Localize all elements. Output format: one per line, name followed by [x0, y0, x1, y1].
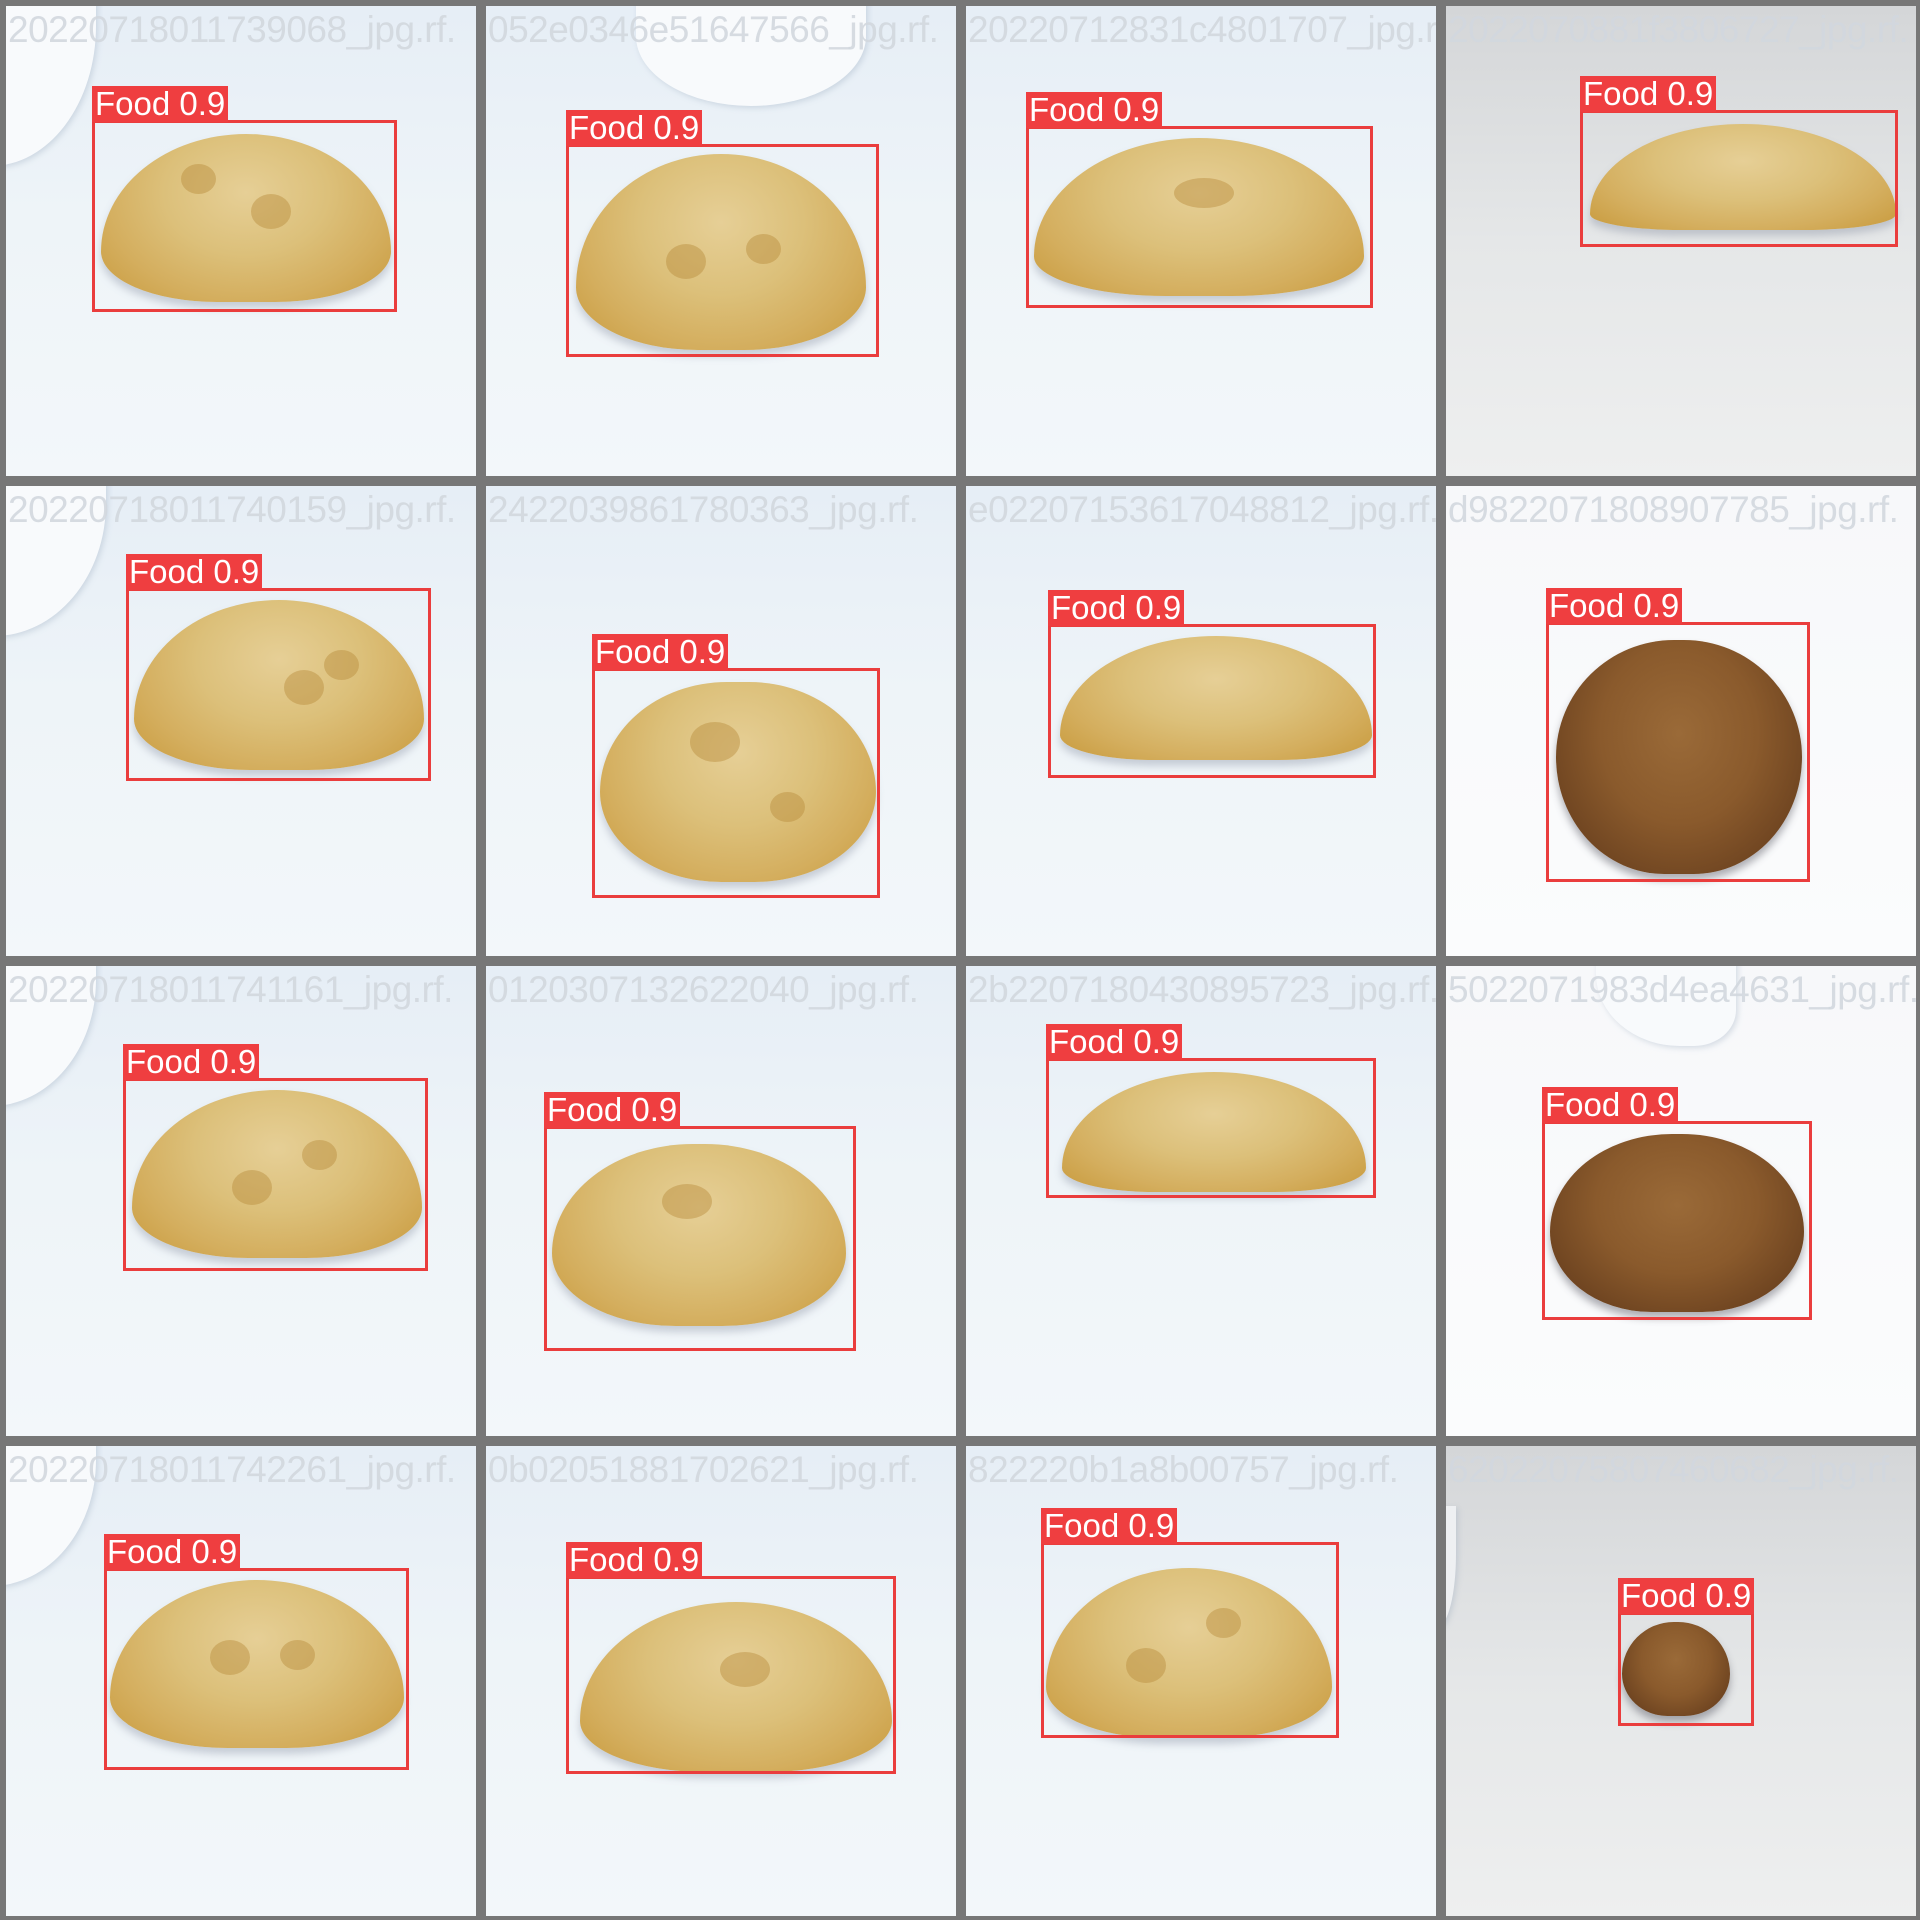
detection-label: Food 0.9 — [1048, 590, 1185, 626]
bounding-box — [92, 120, 397, 312]
detection-label: Food 0.9 — [123, 1044, 260, 1080]
image-tile: 20220712831c4801707_jpg.rf. Food 0.9 — [966, 6, 1436, 476]
detection-label: Food 0.9 — [1546, 588, 1683, 624]
tile-filename: e02207153617048812_jpg.rf. — [968, 489, 1436, 530]
tile-filename: d9822071808907785_jpg.rf. — [1448, 489, 1899, 530]
bounding-box — [1580, 110, 1898, 247]
tile-filename: 2022070881f3806727_jpg.rf. — [1448, 9, 1909, 50]
image-tile: 2422039861780363_jpg.rf. Food 0.9 — [486, 486, 956, 956]
bounding-box — [566, 1576, 896, 1774]
detection-label: Food 0.9 — [1580, 76, 1717, 112]
bounding-box — [104, 1568, 409, 1770]
tile-filename: 20220718011739068_jpg.rf. — [8, 9, 456, 50]
detection-label: Food 0.9 — [1026, 92, 1163, 128]
bounding-box — [592, 668, 880, 898]
image-tile: 20220718011741161_jpg.rf. Food 0.9 — [6, 966, 476, 1436]
image-tile: 0b02051881702621_jpg.rf. Food 0.9 — [486, 1446, 956, 1916]
image-tile: e02207153617048812_jpg.rf. Food 0.9 — [966, 486, 1436, 956]
image-tile: d9822071808907785_jpg.rf. Food 0.9 — [1446, 486, 1916, 956]
image-tile: 62022075807460682_jpg.rf. Food 0.9 — [1446, 1446, 1916, 1916]
bounding-box — [1041, 1542, 1339, 1738]
bounding-box — [1542, 1121, 1812, 1320]
tile-filename: 052e0346e51647566_jpg.rf. — [488, 9, 939, 50]
tile-filename: 20220712831c4801707_jpg.rf. — [968, 9, 1436, 50]
bounding-box — [1048, 624, 1376, 778]
bounding-box — [126, 588, 431, 781]
bounding-box — [566, 144, 879, 357]
tile-filename: 20220718011740159_jpg.rf. — [8, 489, 456, 530]
detection-label: Food 0.9 — [104, 1534, 241, 1570]
detection-label: Food 0.9 — [544, 1092, 681, 1128]
detection-label: Food 0.9 — [592, 634, 729, 670]
bounding-box — [544, 1126, 856, 1351]
detection-label: Food 0.9 — [1542, 1087, 1679, 1123]
image-tile: 5022071983d4ea4631_jpg.rf. Food 0.9 — [1446, 966, 1916, 1436]
image-tile: 2022070881f3806727_jpg.rf. Food 0.9 — [1446, 6, 1916, 476]
image-tile: 20220718011742261_jpg.rf. Food 0.9 — [6, 1446, 476, 1916]
tile-filename: 20220718011742261_jpg.rf. — [8, 1449, 456, 1490]
tile-filename: 0b02051881702621_jpg.rf. — [488, 1449, 919, 1490]
image-tile: 052e0346e51647566_jpg.rf. Food 0.9 — [486, 6, 956, 476]
detection-label: Food 0.9 — [92, 86, 229, 122]
bounding-box — [123, 1078, 428, 1271]
detection-label: Food 0.9 — [566, 1542, 703, 1578]
tile-filename: 822220b1a8b00757_jpg.rf. — [968, 1449, 1399, 1490]
tile-filename: 5022071983d4ea4631_jpg.rf. — [1448, 969, 1916, 1010]
detection-label: Food 0.9 — [566, 110, 703, 146]
bounding-box — [1046, 1058, 1376, 1198]
tile-filename: 20220718011741161_jpg.rf. — [8, 969, 453, 1010]
image-tile: 822220b1a8b00757_jpg.rf. Food 0.9 — [966, 1446, 1436, 1916]
image-tile: 0120307132622040_jpg.rf. Food 0.9 — [486, 966, 956, 1436]
tile-filename: 2422039861780363_jpg.rf. — [488, 489, 919, 530]
image-tile: 2b2207180430895723_jpg.rf. Food 0.9 — [966, 966, 1436, 1436]
bounding-box — [1546, 622, 1810, 882]
detection-label: Food 0.9 — [1618, 1578, 1755, 1614]
tile-filename: 62022075807460682_jpg.rf. — [1448, 1449, 1899, 1490]
detection-label: Food 0.9 — [126, 554, 263, 590]
bounding-box — [1618, 1612, 1754, 1726]
bounding-box — [1026, 126, 1373, 308]
tile-filename: 0120307132622040_jpg.rf. — [488, 969, 919, 1010]
tile-filename: 2b2207180430895723_jpg.rf. — [968, 969, 1436, 1010]
detection-label: Food 0.9 — [1041, 1508, 1178, 1544]
background-shape — [1446, 1506, 1456, 1626]
detection-label: Food 0.9 — [1046, 1024, 1183, 1060]
image-tile: 20220718011739068_jpg.rf. Food 0.9 — [6, 6, 476, 476]
image-tile: 20220718011740159_jpg.rf. Food 0.9 — [6, 486, 476, 956]
detection-grid: 20220718011739068_jpg.rf. Food 0.9 052e0… — [0, 0, 1920, 1920]
